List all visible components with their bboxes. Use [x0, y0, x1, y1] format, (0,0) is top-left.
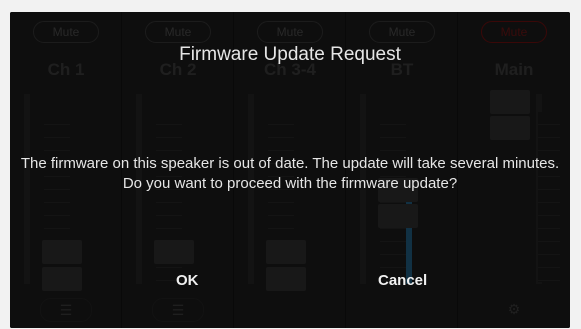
- dialog-title: Firmware Update Request: [179, 44, 401, 65]
- ok-button[interactable]: OK: [166, 268, 209, 292]
- modal-overlay: Firmware Update Request The firmware on …: [10, 12, 570, 328]
- cancel-button[interactable]: Cancel: [368, 268, 437, 292]
- mixer-screen: Mute Ch 1 ☰ Mute Ch 2 ☰ Mute Ch 3-4 Mute…: [10, 12, 570, 328]
- dialog-message: The firmware on this speaker is out of d…: [20, 155, 560, 192]
